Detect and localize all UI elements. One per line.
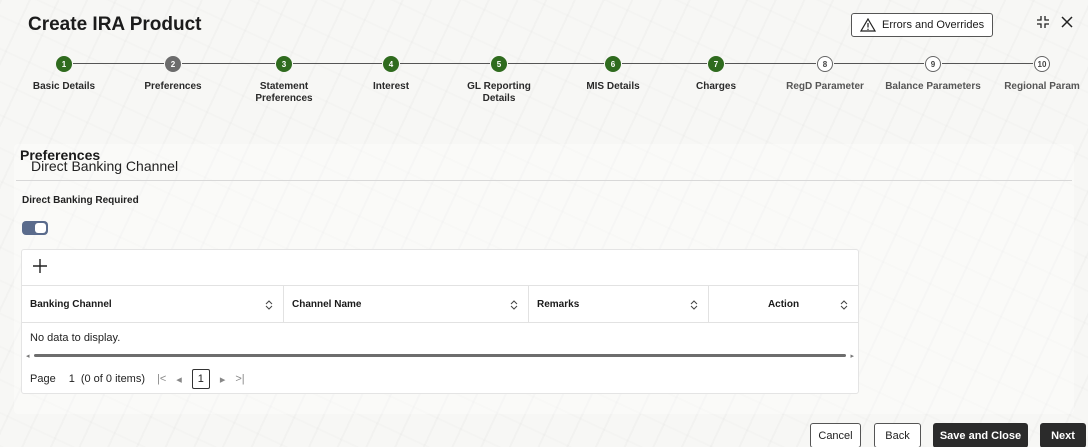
step-number-badge: 4: [383, 56, 399, 72]
step-8[interactable]: 8 RegD Parameter: [765, 56, 885, 93]
step-number-badge: 2: [165, 56, 181, 72]
last-page-icon[interactable]: >|: [235, 373, 244, 385]
save-and-close-button[interactable]: Save and Close: [933, 423, 1028, 447]
sort-icon[interactable]: [840, 299, 848, 311]
column-header-banking-channel[interactable]: Banking Channel: [22, 286, 284, 322]
next-page-icon[interactable]: ▸: [220, 373, 226, 386]
scroll-left-icon[interactable]: ◂: [26, 352, 30, 360]
column-label: Remarks: [537, 298, 580, 310]
step-1[interactable]: 1 Basic Details: [4, 56, 124, 93]
page-number: 1: [68, 373, 75, 385]
horizontal-scrollbar[interactable]: ◂ ▸: [26, 351, 854, 360]
step-number-badge: 3: [276, 56, 292, 72]
add-row-icon[interactable]: [30, 256, 50, 276]
step-label: Regional Param: [1004, 81, 1080, 92]
column-label: Action: [767, 298, 800, 310]
grid-header: Banking Channel Channel Name Remarks Act…: [22, 285, 858, 323]
step-label: Interest: [372, 81, 410, 92]
step-label: MIS Details: [586, 81, 640, 92]
heading-divider: [16, 180, 1072, 181]
column-header-remarks[interactable]: Remarks: [529, 286, 709, 322]
warning-icon: [860, 18, 876, 32]
back-button[interactable]: Back: [874, 423, 921, 447]
cancel-button[interactable]: Cancel: [810, 423, 861, 447]
step-number-badge: 6: [605, 56, 621, 72]
step-number-badge: 10: [1034, 56, 1050, 72]
step-number-badge: 7: [708, 56, 724, 72]
errors-overrides-button[interactable]: Errors and Overrides: [851, 13, 993, 37]
step-label: Basic Details: [32, 81, 96, 92]
step-9[interactable]: 9 Balance Parameters: [873, 56, 993, 93]
step-number-badge: 1: [56, 56, 72, 72]
scroll-right-icon[interactable]: ▸: [850, 352, 854, 360]
collapse-icon[interactable]: [1035, 14, 1051, 30]
direct-banking-required-toggle[interactable]: [22, 221, 48, 235]
header: Create IRA Product Errors and Overrides: [0, 0, 1088, 48]
direct-banking-heading: Direct Banking Channel: [31, 158, 179, 174]
sort-icon[interactable]: [690, 299, 698, 311]
step-2[interactable]: 2 Preferences: [113, 56, 233, 93]
sort-icon[interactable]: [510, 299, 518, 311]
progress-stepper: 1 Basic Details 2 Preferences 3 Statement Pre…: [0, 56, 1088, 136]
step-number-badge: 9: [925, 56, 941, 72]
column-header-action[interactable]: Action: [709, 286, 858, 322]
sort-icon[interactable]: [265, 299, 273, 311]
first-page-icon[interactable]: |<: [157, 373, 166, 385]
close-icon[interactable]: [1059, 14, 1075, 30]
scrollbar-thumb[interactable]: [34, 354, 846, 357]
current-page-box[interactable]: 1: [191, 369, 210, 389]
step-4[interactable]: 4 Interest: [331, 56, 451, 93]
empty-grid-message: No data to display.: [30, 332, 121, 344]
pagination: Page 1 (0 of 0 items) |< ◂ 1 ▸ >|: [30, 369, 255, 389]
column-label: Banking Channel: [30, 298, 112, 310]
step-6[interactable]: 6 MIS Details: [553, 56, 673, 93]
step-3[interactable]: 3 Statement Preferences: [224, 56, 344, 105]
step-label: RegD Parameter: [786, 81, 864, 92]
banking-channel-grid: Banking Channel Channel Name Remarks Act…: [21, 249, 859, 394]
column-header-channel-name[interactable]: Channel Name: [284, 286, 529, 322]
item-count: (0 of 0 items): [80, 373, 146, 385]
step-number-badge: 8: [817, 56, 833, 72]
step-label: Preferences: [144, 81, 202, 92]
step-5[interactable]: 5 GL Reporting Details: [439, 56, 559, 105]
step-10[interactable]: 10 Regional Param: [982, 56, 1088, 93]
prev-page-icon[interactable]: ◂: [176, 373, 182, 386]
step-label: Charges: [695, 81, 736, 92]
step-label: Balance Parameters: [885, 81, 981, 92]
column-label: Channel Name: [292, 298, 362, 310]
direct-banking-required-label: Direct Banking Required: [22, 195, 139, 206]
next-button[interactable]: Next: [1040, 423, 1086, 447]
step-label: GL Reporting Details: [467, 81, 531, 104]
toggle-knob: [35, 223, 46, 233]
step-label: Statement Preferences: [255, 81, 313, 104]
step-7[interactable]: 7 Charges: [656, 56, 776, 93]
page-title: Create IRA Product: [28, 14, 202, 35]
step-number-badge: 5: [491, 56, 507, 72]
errors-overrides-label: Errors and Overrides: [882, 19, 985, 31]
header-actions: [1035, 14, 1075, 30]
page-label: Page: [30, 373, 56, 385]
